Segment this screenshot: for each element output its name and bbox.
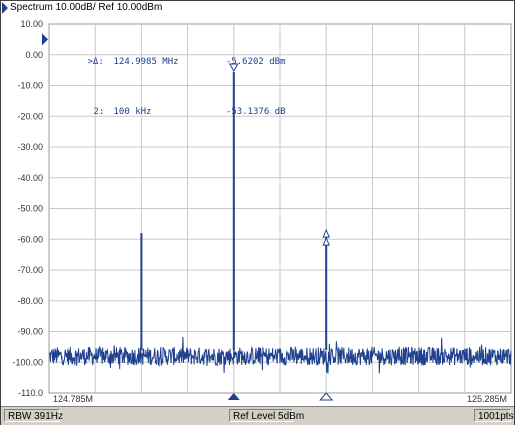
ref-level-arrow-icon [42,33,48,46]
y-tick-label: 10.00 [20,19,43,29]
y-tick-label: -10.00 [17,81,43,91]
marker-frequency: 124.9985 MHz [113,57,179,67]
y-tick-label: -80.00 [17,296,43,306]
marker-2-triangle [322,228,330,238]
y-tick-label: -60.00 [17,234,43,244]
y-tick-label: -100.00 [12,357,43,367]
marker-2-freq-indicator-icon [319,392,334,401]
marker-label: 2: [93,107,105,117]
marker-row[interactable]: 2: 100 kHz -53.1376 dB [55,97,286,127]
rbw-status[interactable]: RBW 391Hz [4,409,63,422]
marker-value: -5.6202 dBm [225,57,286,67]
y-tick-label: 0.00 [25,50,43,60]
ref-level-status[interactable]: Ref Level 5dBm [229,409,304,422]
status-bar: RBW 391Hz Ref Level 5dBm 1001pts [1,406,514,425]
y-tick-label: -110.0 [18,388,43,398]
marker-frequency: 100 kHz [113,107,152,117]
x-axis: 124.785M 125.285M [53,394,507,404]
x-start-label: 124.785M [53,394,93,404]
marker-label: >Δ: [87,57,104,67]
y-tick-label: -50.00 [17,204,43,214]
x-end-label: 125.285M [467,394,507,404]
y-tick-label: -40.00 [17,173,43,183]
center-freq-marker-icon [227,393,240,400]
y-tick-label: -20.00 [17,111,43,121]
marker-value: -53.1376 dB [225,107,286,117]
marker-row[interactable]: >Δ: 124.9985 MHz -5.6202 dBm [55,47,286,77]
y-axis-ticks: 10.00 0.00 -10.00 -20.00 -30.00 -40.00 -50.00 -… [12,19,43,398]
spectrum-window: Spectrum 10.00dB/ Ref 10.00dBm 10.00 0.00… [0,0,515,425]
marker-readout: >Δ: 124.9985 MHz -5.6202 dBm 2: 100 kHz -53.… [55,27,286,147]
y-tick-label: -90.00 [17,327,43,337]
y-tick-label: -70.00 [17,265,43,275]
y-tick-label: -30.00 [17,142,43,152]
points-status[interactable]: 1001pts [474,409,514,422]
